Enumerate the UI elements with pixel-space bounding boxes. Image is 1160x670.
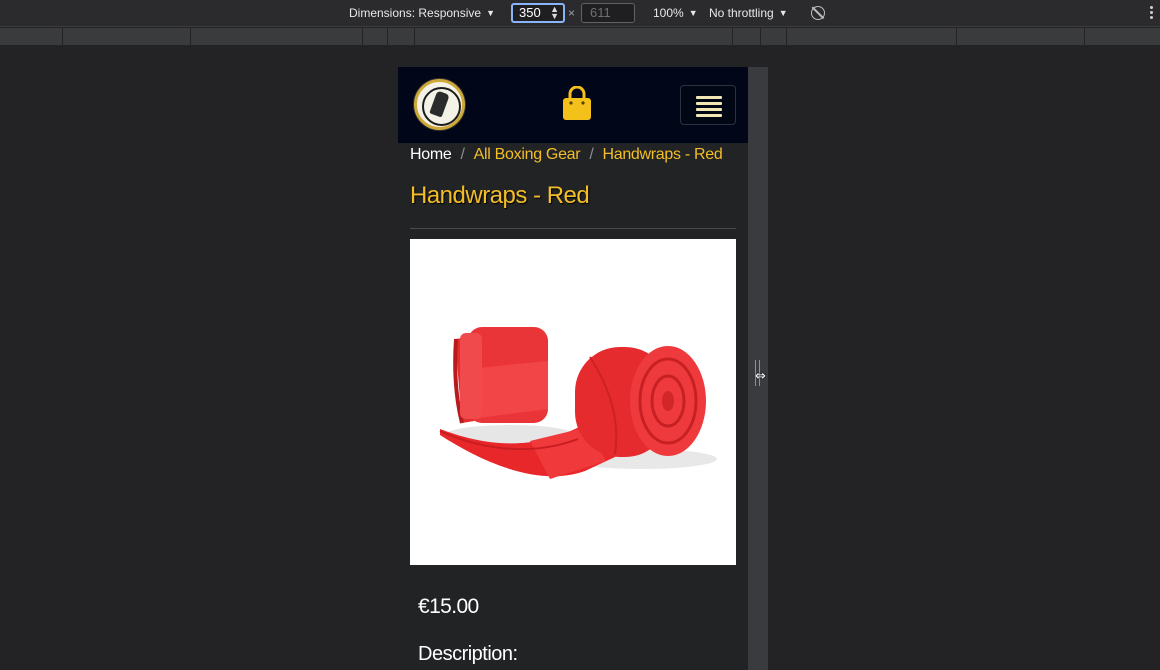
throttling-dropdown[interactable]: No throttling ▼: [709, 0, 788, 27]
site-navbar: [398, 67, 748, 143]
rotate-icon[interactable]: [811, 6, 825, 20]
breadcrumb-home-link[interactable]: Home: [410, 146, 452, 163]
product-price: €15.00: [418, 595, 479, 618]
hamburger-menu-icon: [696, 96, 722, 120]
chevron-down-icon: ▼: [778, 8, 788, 18]
hamburger-menu-button[interactable]: [680, 85, 736, 125]
description-heading: Description:: [418, 643, 518, 665]
resize-cursor-icon: ⇔: [755, 369, 766, 384]
more-options-icon[interactable]: [1150, 6, 1153, 21]
breadcrumb-separator: /: [589, 146, 594, 163]
zoom-label: 100%: [653, 6, 684, 20]
breadcrumb: Home / All Boxing Gear / Handwraps - Red: [410, 146, 723, 168]
devtools-device-toolbar: Dimensions: Responsive ▼ 350 ▲ ▼ × 611 100…: [0, 0, 1160, 27]
throttling-label: No throttling: [709, 6, 774, 20]
club-logo[interactable]: [414, 79, 465, 130]
shopping-bag-icon[interactable]: [561, 86, 593, 122]
divider: [410, 228, 736, 229]
media-query-bar[interactable]: [0, 28, 1160, 45]
times-symbol: ×: [568, 6, 576, 20]
emulated-viewport: Home / All Boxing Gear / Handwraps - Red Han…: [398, 67, 748, 670]
width-input[interactable]: 350 ▲ ▼: [511, 3, 565, 23]
page-title: Handwraps - Red: [410, 182, 590, 209]
spinner-icon[interactable]: ▲ ▼: [550, 5, 559, 21]
dimensions-label: Dimensions: Responsive: [349, 6, 482, 20]
chevron-down-icon: ▼: [486, 8, 495, 18]
chevron-down-icon: ▼: [688, 8, 698, 18]
zoom-dropdown[interactable]: 100% ▼: [653, 0, 698, 27]
height-placeholder: 611: [590, 5, 611, 20]
height-input[interactable]: 611: [581, 3, 635, 23]
product-image[interactable]: [410, 239, 736, 565]
breadcrumb-current: Handwraps - Red: [602, 146, 723, 163]
breadcrumb-separator: /: [460, 146, 465, 163]
dimensions-dropdown[interactable]: Dimensions: Responsive ▼: [349, 0, 495, 27]
width-value: 350: [519, 5, 541, 20]
breadcrumb-category-link[interactable]: All Boxing Gear: [474, 146, 581, 163]
